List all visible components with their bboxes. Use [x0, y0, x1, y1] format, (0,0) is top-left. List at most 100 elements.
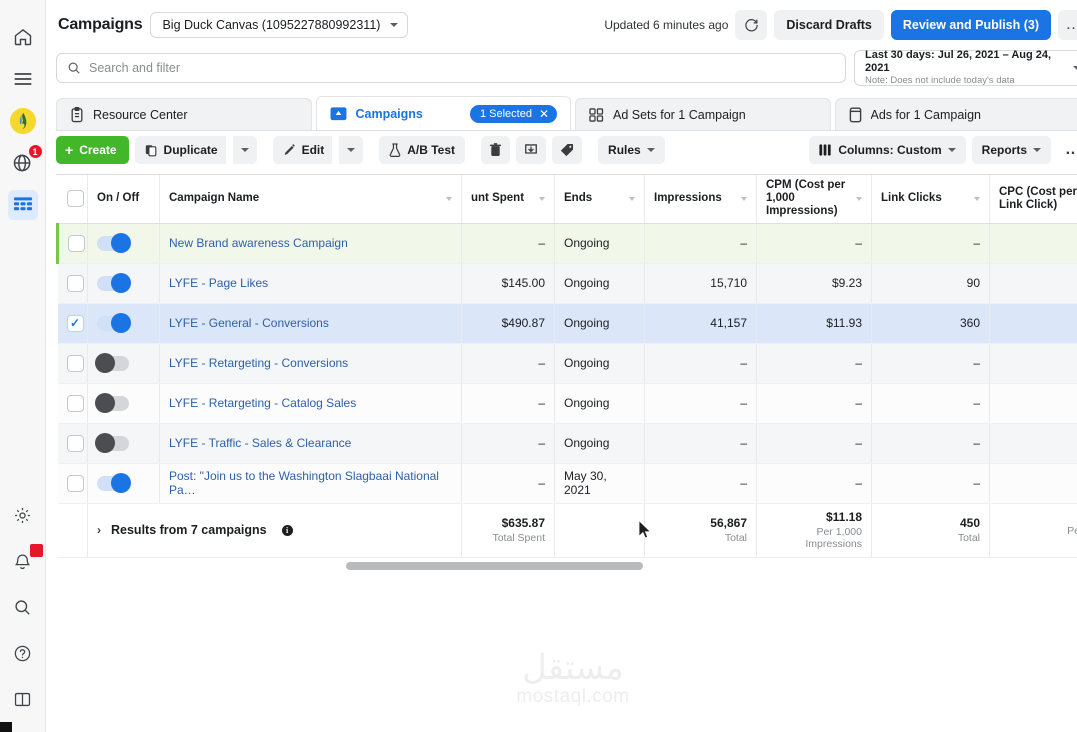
- select-all-checkbox[interactable]: [66, 190, 84, 208]
- campaign-link[interactable]: LYFE - Traffic - Sales & Clearance: [169, 436, 351, 450]
- sort-caret-icon[interactable]: [974, 196, 980, 201]
- expand-chevron-icon[interactable]: ›: [97, 523, 101, 537]
- account-selector[interactable]: Big Duck Canvas (1095227880992311): [150, 12, 409, 38]
- avatar-icon[interactable]: [8, 106, 38, 136]
- table-row[interactable]: ✓ LYFE - General - Conversions $490.87 O…: [57, 303, 1077, 344]
- status-toggle[interactable]: [97, 473, 131, 493]
- gear-icon[interactable]: [8, 500, 38, 530]
- edit-button[interactable]: Edit: [272, 136, 333, 164]
- row-checkbox[interactable]: [66, 274, 84, 292]
- panel-icon[interactable]: [8, 684, 38, 714]
- campaign-link[interactable]: New Brand awareness Campaign: [169, 236, 348, 250]
- row-checkbox[interactable]: [66, 434, 84, 452]
- globe-icon[interactable]: 1: [8, 144, 43, 178]
- table-row[interactable]: LYFE - Retargeting - Conversions – Ongoi…: [57, 343, 1077, 384]
- sort-caret-icon[interactable]: [741, 196, 747, 201]
- ads-icon: [849, 107, 861, 122]
- search-icon[interactable]: [8, 592, 38, 622]
- sort-caret-icon[interactable]: [856, 196, 862, 201]
- tab-resource-center[interactable]: Resource Center: [56, 98, 312, 130]
- create-label: Create: [79, 143, 117, 157]
- status-toggle[interactable]: [95, 433, 129, 453]
- table-row[interactable]: LYFE - Retargeting - Catalog Sales – Ong…: [57, 383, 1077, 424]
- toolbar-overflow-button[interactable]: …: [1057, 136, 1077, 164]
- table-row[interactable]: Post: "Join us to the Washington Slagbaa…: [57, 463, 1077, 504]
- delete-button[interactable]: [481, 136, 511, 164]
- row-name-cell: New Brand awareness Campaign: [159, 223, 462, 264]
- home-icon[interactable]: [8, 22, 38, 52]
- row-link-clicks-cell: 90: [871, 263, 990, 304]
- close-icon[interactable]: ✕: [539, 108, 549, 120]
- row-checkbox[interactable]: [66, 394, 84, 412]
- col-header-amount-spent[interactable]: unt Spent: [461, 175, 555, 224]
- tag-button[interactable]: [552, 136, 583, 164]
- status-toggle[interactable]: [97, 233, 131, 253]
- search-input[interactable]: [89, 61, 835, 75]
- sort-caret-icon[interactable]: [629, 196, 635, 201]
- campaign-icon: [330, 107, 346, 121]
- row-checkbox[interactable]: ✓: [66, 314, 84, 332]
- selected-filter-pill[interactable]: 1 Selected ✕: [469, 104, 557, 123]
- status-toggle[interactable]: [97, 273, 131, 293]
- table-row[interactable]: LYFE - Page Likes $145.00 Ongoing 15,710…: [57, 263, 1077, 304]
- columns-button[interactable]: Columns: Custom: [809, 136, 966, 164]
- row-checkbox[interactable]: [66, 474, 84, 492]
- reports-button[interactable]: Reports: [971, 136, 1051, 164]
- col-label: unt Spent: [471, 192, 525, 205]
- date-range-selector[interactable]: Last 30 days: Jul 26, 2021 – Aug 24, 202…: [854, 49, 1077, 86]
- adsets-icon: [589, 107, 604, 122]
- sort-caret-icon[interactable]: [446, 196, 452, 201]
- row-spent-cell: –: [461, 383, 555, 424]
- search-container[interactable]: [56, 53, 846, 83]
- main-panel: Campaigns Big Duck Canvas (1095227880992…: [46, 0, 1077, 732]
- create-button[interactable]: + Create: [56, 136, 129, 164]
- campaign-link[interactable]: LYFE - Retargeting - Conversions: [169, 356, 348, 370]
- header-overflow-button[interactable]: …: [1058, 10, 1077, 40]
- ab-test-button[interactable]: A/B Test: [379, 136, 466, 164]
- rules-button[interactable]: Rules: [598, 136, 665, 164]
- col-header-cpm[interactable]: CPM (Cost per 1,000 Impressions): [756, 175, 872, 224]
- table-row[interactable]: New Brand awareness Campaign – Ongoing –…: [56, 223, 1077, 264]
- row-ends-cell: May 30, 2021: [554, 463, 645, 504]
- export-button[interactable]: [516, 136, 547, 164]
- col-header-cpc[interactable]: CPC (Cost per Link Click): [989, 175, 1077, 224]
- col-header-impressions[interactable]: Impressions: [644, 175, 757, 224]
- campaign-link[interactable]: LYFE - Page Likes: [169, 276, 268, 290]
- refresh-button[interactable]: [735, 10, 768, 40]
- row-impressions-cell: –: [644, 423, 757, 464]
- review-publish-button[interactable]: Review and Publish (3): [890, 10, 1051, 40]
- tab-campaigns[interactable]: Campaigns 1 Selected ✕: [315, 96, 571, 130]
- bell-icon[interactable]: [8, 543, 44, 576]
- sort-caret-icon[interactable]: [539, 196, 545, 201]
- menu-icon[interactable]: [8, 64, 38, 94]
- row-checkbox[interactable]: [68, 234, 85, 252]
- col-header-ends[interactable]: Ends: [554, 175, 645, 224]
- horizontal-scrollbar[interactable]: [346, 562, 643, 570]
- edit-dropdown-button[interactable]: [339, 136, 364, 164]
- duplicate-button[interactable]: Duplicate: [134, 136, 226, 164]
- table-icon[interactable]: [7, 190, 38, 220]
- col-header-onoff[interactable]: On / Off: [87, 175, 160, 224]
- status-toggle[interactable]: [97, 313, 131, 333]
- info-icon[interactable]: i: [281, 524, 293, 536]
- col-header-name[interactable]: Campaign Name: [159, 175, 462, 224]
- duplicate-dropdown-button[interactable]: [232, 136, 257, 164]
- row-name-cell: LYFE - Retargeting - Catalog Sales: [159, 383, 462, 424]
- status-toggle[interactable]: [95, 393, 129, 413]
- summary-spent-value: $635.87: [501, 516, 545, 530]
- campaign-link[interactable]: LYFE - Retargeting - Catalog Sales: [169, 396, 356, 410]
- campaign-link[interactable]: Post: "Join us to the Washington Slagbaa…: [169, 469, 439, 497]
- help-icon[interactable]: [8, 638, 38, 668]
- row-checkbox[interactable]: [66, 354, 84, 372]
- campaign-link[interactable]: LYFE - General - Conversions: [169, 316, 329, 330]
- col-header-link-clicks[interactable]: Link Clicks: [871, 175, 990, 224]
- status-toggle[interactable]: [95, 353, 129, 373]
- tab-ads[interactable]: Ads for 1 Campaign: [834, 98, 1077, 130]
- tab-ad-sets[interactable]: Ad Sets for 1 Campaign: [575, 98, 831, 130]
- summary-spacer-cell: [57, 502, 88, 558]
- table-row[interactable]: LYFE - Traffic - Sales & Clearance – Ong…: [57, 423, 1077, 464]
- tab-label: Campaigns: [355, 106, 423, 121]
- row-select-cell: ✓: [57, 303, 88, 344]
- discard-drafts-button[interactable]: Discard Drafts: [774, 10, 884, 40]
- header-actions: Updated 6 minutes ago Discard Drafts Rev…: [604, 10, 1077, 40]
